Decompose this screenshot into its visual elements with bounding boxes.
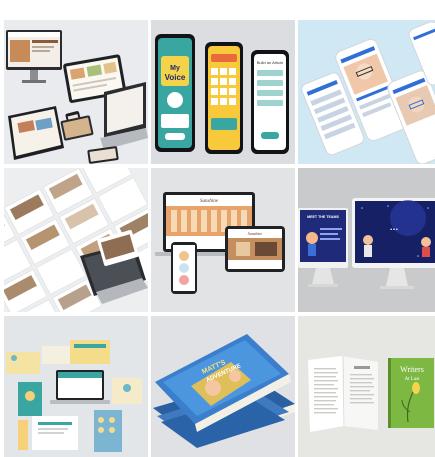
book-title-at-last: At Last bbox=[405, 377, 420, 382]
tile-book-cover-mockup[interactable]: Writers At Last bbox=[298, 316, 435, 457]
svg-text:Sunshine: Sunshine bbox=[248, 231, 263, 236]
book-cover-illustration: Writers At Last bbox=[298, 316, 435, 457]
tile-optical-app-mockup[interactable] bbox=[298, 20, 435, 164]
portfolio-grid: My Voice Build an Article Sunshine Sunsh… bbox=[4, 20, 435, 457]
tile-website-pages-collage[interactable] bbox=[4, 168, 148, 312]
stationery-illustration bbox=[4, 316, 148, 457]
tile-myvoice-app-mockup[interactable]: My Voice Build an Article bbox=[151, 20, 295, 164]
devices-illustration bbox=[4, 20, 148, 164]
svg-text:…: … bbox=[390, 222, 399, 232]
svg-text:Sunshine: Sunshine bbox=[200, 199, 219, 204]
pages-collage-illustration bbox=[4, 168, 148, 312]
monitors-illustration: MEET THE TEAMS … bbox=[298, 168, 435, 312]
team-heading: MEET THE TEAMS bbox=[307, 215, 339, 219]
app-subtitle: Build an Article bbox=[257, 60, 284, 65]
app-phones-illustration: My Voice Build an Article bbox=[151, 20, 295, 164]
tile-team-website-monitors[interactable]: MEET THE TEAMS … bbox=[298, 168, 435, 312]
book-title-writers: Writers bbox=[400, 365, 424, 374]
book-stack-illustration: MATT'S ADVENTURE bbox=[151, 316, 295, 457]
tile-childrens-book-mockup[interactable]: MATT'S ADVENTURE bbox=[151, 316, 295, 457]
shop-devices-illustration: Sunshine Sunshine bbox=[151, 168, 295, 312]
tile-brand-stationery-mockup[interactable] bbox=[4, 316, 148, 457]
tile-shop-responsive-mockup[interactable]: Sunshine Sunshine bbox=[151, 168, 295, 312]
app-logo-my: My bbox=[170, 65, 180, 72]
optical-phones-illustration bbox=[298, 20, 435, 164]
app-logo-voice: Voice bbox=[165, 73, 186, 82]
tile-responsive-website-mockup[interactable] bbox=[4, 20, 148, 164]
